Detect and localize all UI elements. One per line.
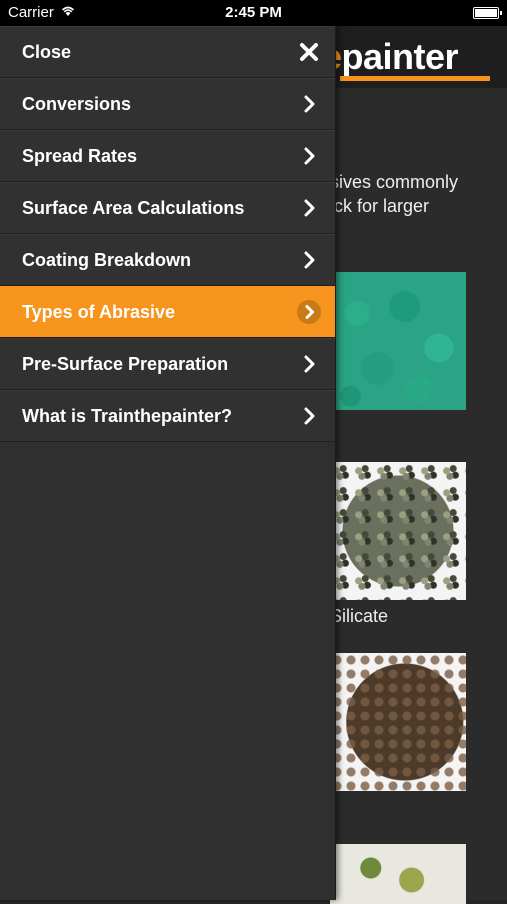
intro-line: ick for larger [330, 196, 430, 216]
abrasive-caption: Silicate [330, 606, 389, 626]
chevron-right-icon [304, 199, 315, 217]
menu-item-surface-area[interactable]: Surface Area Calculations [0, 182, 335, 234]
close-icon[interactable] [297, 40, 321, 64]
menu-close[interactable]: Close [0, 26, 335, 78]
menu-item-label: Types of Abrasive [22, 302, 176, 322]
menu-item-label: Conversions [22, 94, 132, 114]
chevron-right-icon [304, 355, 315, 373]
menu-item-label: Surface Area Calculations [22, 198, 245, 218]
abrasive-image[interactable] [330, 844, 466, 904]
chevron-right-icon [304, 407, 315, 425]
intro-line: sives commonly [330, 172, 459, 192]
status-bar: Carrier 2:45 PM [0, 0, 507, 26]
menu-item-label: Spread Rates [22, 146, 138, 166]
abrasive-image[interactable] [330, 653, 466, 791]
menu-item-spread-rates[interactable]: Spread Rates [0, 130, 335, 182]
battery-icon [473, 7, 502, 19]
intro-text: sives commonly ick for larger [330, 170, 500, 218]
menu-item-label: Pre-Surface Preparation [22, 354, 229, 374]
menu-item-what-is-trainthepainter[interactable]: What is Trainthepainter? [0, 390, 335, 442]
chevron-right-icon [304, 251, 315, 269]
logo-underline [340, 76, 490, 81]
chevron-right-icon [297, 300, 321, 324]
side-menu: Close Conversions Spread Rates Surface A… [0, 26, 336, 900]
abrasive-image[interactable] [330, 462, 466, 600]
menu-item-conversions[interactable]: Conversions [0, 78, 335, 130]
menu-item-label: What is Trainthepainter? [22, 406, 233, 426]
menu-item-pre-surface-preparation[interactable]: Pre-Surface Preparation [0, 338, 335, 390]
app-logo: epainter [322, 36, 459, 77]
clock: 2:45 PM [225, 4, 282, 21]
menu-item-types-of-abrasive[interactable]: Types of Abrasive [0, 286, 335, 338]
chevron-right-icon [304, 95, 315, 113]
chevron-right-icon [304, 147, 315, 165]
menu-item-label: Coating Breakdown [22, 250, 192, 270]
abrasive-image[interactable] [330, 272, 466, 410]
menu-item-coating-breakdown[interactable]: Coating Breakdown [0, 234, 335, 286]
menu-close-label: Close [22, 42, 72, 62]
menu-empty-area [0, 442, 335, 872]
